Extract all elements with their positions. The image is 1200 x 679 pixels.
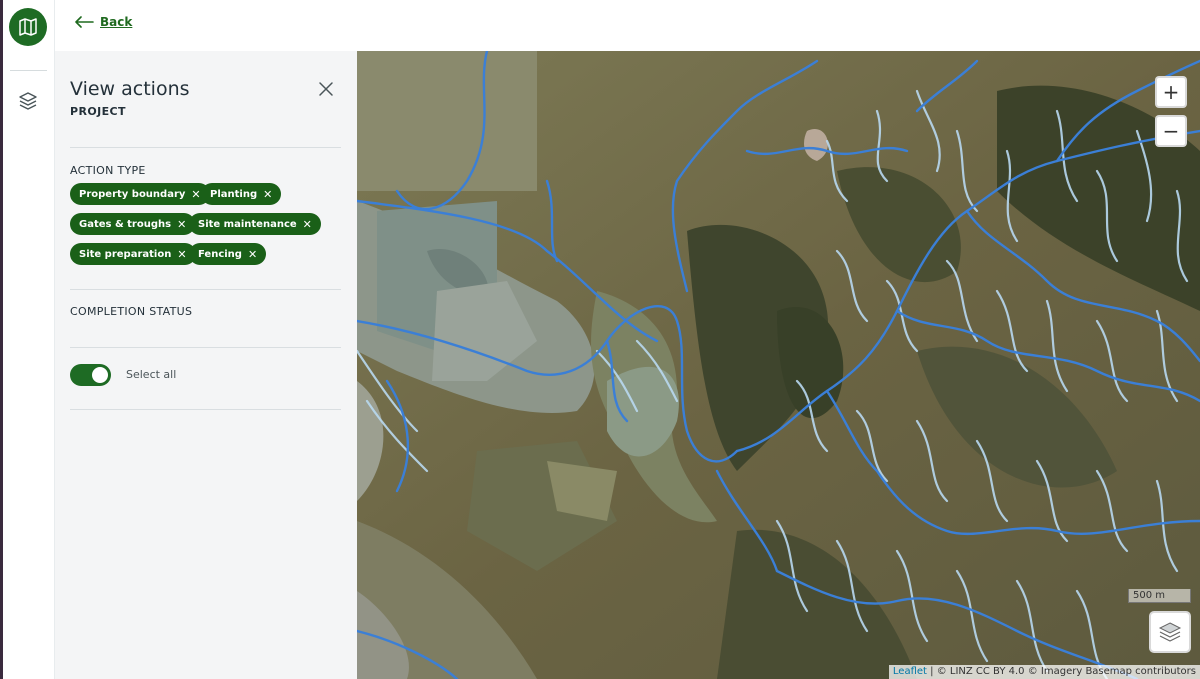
chip-gates-troughs[interactable]: Gates & troughs ✕ xyxy=(70,213,196,235)
chip-label: Site preparation xyxy=(79,248,172,260)
toggle-knob xyxy=(92,367,108,383)
action-type-label: ACTION TYPE xyxy=(70,164,146,177)
divider xyxy=(70,289,341,290)
linz-credit: © LINZ CC BY 4.0 xyxy=(936,666,1025,677)
remove-icon[interactable]: ✕ xyxy=(263,189,272,200)
divider xyxy=(70,147,341,148)
remove-icon[interactable]: ✕ xyxy=(191,189,200,200)
select-all-toggle[interactable] xyxy=(70,364,111,386)
satellite-imagery xyxy=(357,51,1200,679)
chip-label: Fencing xyxy=(198,248,242,260)
chip-property-boundary[interactable]: Property boundary ✕ xyxy=(70,183,210,205)
panel-title: View actions xyxy=(70,78,190,100)
chip-label: Gates & troughs xyxy=(79,218,172,230)
chip-label: Property boundary xyxy=(79,188,186,200)
view-actions-panel: View actions PROJECT ACTION TYPE Propert… xyxy=(55,51,357,679)
leaflet-link[interactable]: Leaflet xyxy=(893,666,927,677)
completion-status-label: COMPLETION STATUS xyxy=(70,305,193,318)
map-view[interactable]: + − 500 m Leaflet | © LINZ CC BY 4.0 © I… xyxy=(357,51,1200,679)
imagery-credit: © Imagery Basemap contributors xyxy=(1027,666,1196,677)
chip-site-preparation[interactable]: Site preparation ✕ xyxy=(70,243,196,265)
remove-icon[interactable]: ✕ xyxy=(248,249,257,260)
chip-fencing[interactable]: Fencing ✕ xyxy=(189,243,267,265)
zoom-out-button[interactable]: − xyxy=(1155,115,1187,147)
rail-divider xyxy=(10,70,47,71)
chip-label: Site maintenance xyxy=(198,218,297,230)
layers-control-icon[interactable] xyxy=(1149,611,1191,653)
select-all-label: Select all xyxy=(126,368,177,381)
remove-icon[interactable]: ✕ xyxy=(177,219,186,230)
scale-bar: 500 m xyxy=(1128,589,1191,603)
layers-icon[interactable] xyxy=(17,90,39,112)
arrow-left-icon xyxy=(75,16,94,28)
chip-label: Planting xyxy=(210,188,258,200)
back-label: Back xyxy=(100,15,133,29)
zoom-in-button[interactable]: + xyxy=(1155,76,1187,108)
remove-icon[interactable]: ✕ xyxy=(177,249,186,260)
divider xyxy=(70,409,341,410)
map-attribution: Leaflet | © LINZ CC BY 4.0 © Imagery Bas… xyxy=(888,665,1200,679)
map-icon[interactable] xyxy=(9,8,47,46)
chip-site-maintenance[interactable]: Site maintenance ✕ xyxy=(189,213,321,235)
close-icon[interactable] xyxy=(318,81,334,97)
left-rail xyxy=(0,0,55,679)
top-bar: Back xyxy=(0,0,1200,51)
app-root: Back View actions PROJECT ACTION TYPE Pr… xyxy=(0,0,1200,679)
panel-subtitle: PROJECT xyxy=(70,105,126,118)
back-link[interactable]: Back xyxy=(74,15,132,29)
chip-planting[interactable]: Planting ✕ xyxy=(201,183,282,205)
divider xyxy=(70,347,341,348)
remove-icon[interactable]: ✕ xyxy=(303,219,312,230)
window-edge xyxy=(0,0,3,679)
